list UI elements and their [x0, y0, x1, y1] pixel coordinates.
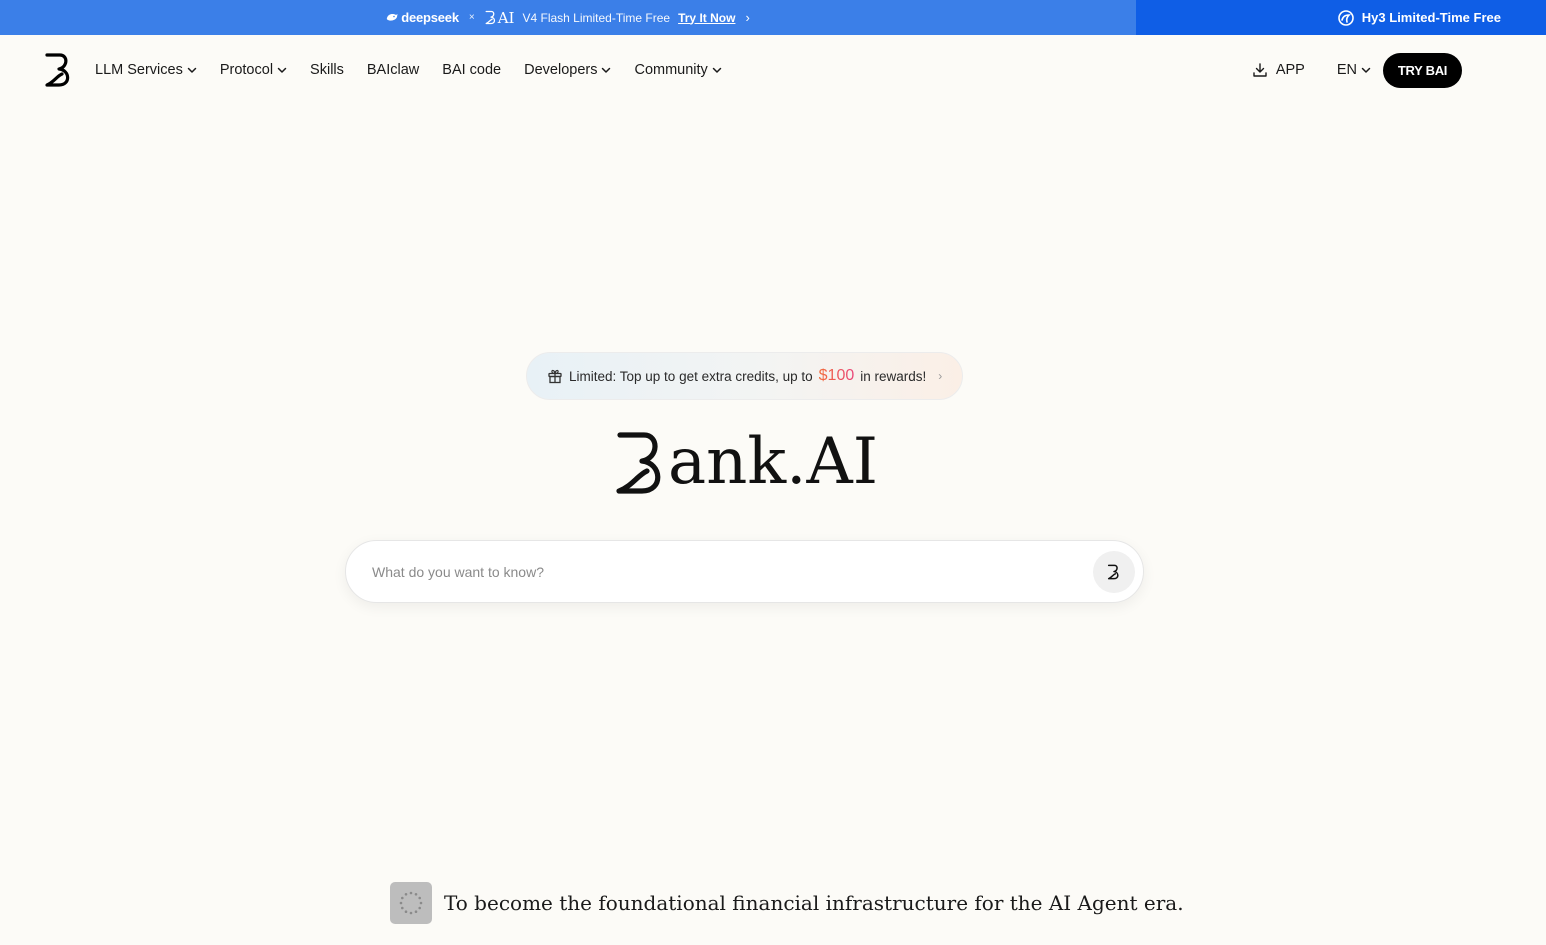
bank-ai-logo-icon	[616, 432, 661, 494]
search-submit-button[interactable]	[1093, 551, 1135, 593]
bank-ai-wordmark: ank.AI	[614, 428, 886, 496]
bank-ai-logo-icon[interactable]	[44, 52, 74, 88]
bank-ai-logo-icon	[1107, 564, 1119, 580]
nav-item-bai-code[interactable]: BAI code	[442, 62, 501, 78]
nav-item-baiclaw[interactable]: BAIclaw	[367, 62, 419, 78]
nav-item-label: Protocol	[219, 62, 274, 78]
chevron-down-icon	[1361, 67, 1371, 73]
try-it-now-link[interactable]: Try It Now	[678, 11, 735, 25]
deepseek-promo-banner[interactable]: deepseek × AI V4 Flash Limited-Time Free…	[0, 0, 1136, 35]
nav-item-label: LLM Services	[95, 62, 183, 78]
nav-links: LLM Services Protocol Skills BAIclaw BAI…	[95, 35, 745, 105]
bai-mini-logo: AI	[485, 8, 515, 27]
nav-item-label: Developers	[524, 62, 598, 78]
times-symbol: ×	[468, 12, 475, 23]
search-box	[345, 540, 1144, 603]
banner-text: V4 Flash Limited-Time Free	[522, 10, 671, 25]
nav-actions: APP EN TRY BAI	[1252, 35, 1462, 105]
nav-item-label: BAI code	[442, 62, 502, 78]
deepseek-whale-icon	[387, 14, 398, 21]
download-icon	[1253, 63, 1267, 77]
promo-amount: $100	[818, 367, 855, 384]
chevron-down-icon	[712, 67, 722, 73]
hy3-promo-banner[interactable]: Hy3 Limited-Time Free	[1136, 0, 1546, 35]
nav-item-llm-services[interactable]: LLM Services	[95, 62, 197, 78]
nav-item-label: Community	[634, 62, 708, 78]
language-label: EN	[1336, 62, 1357, 78]
app-download-button[interactable]: APP	[1252, 62, 1305, 78]
app-label: APP	[1275, 62, 1305, 78]
tagline-thumbnail	[390, 882, 432, 924]
language-selector[interactable]: EN	[1337, 62, 1371, 78]
mission-tagline: To become the foundational financial inf…	[390, 882, 1184, 924]
deepseek-logo: deepseek	[386, 10, 459, 25]
chevron-right-icon: ›	[745, 10, 750, 25]
nav-item-label: BAIclaw	[366, 62, 420, 78]
rewards-promo-pill[interactable]: Limited: Top up to get extra credits, up…	[526, 352, 963, 400]
nav-item-label: Skills	[310, 62, 344, 78]
tagline-text: To become the foundational financial inf…	[444, 891, 1184, 915]
nav-item-protocol[interactable]: Protocol	[220, 62, 287, 78]
hy3-banner-text: Hy3 Limited-Time Free	[1361, 10, 1501, 25]
bai-mini-text: AI	[497, 8, 515, 27]
main-nav: LLM Services Protocol Skills BAIclaw BAI…	[0, 35, 1546, 105]
gift-icon	[548, 369, 562, 384]
nav-item-community[interactable]: Community	[634, 62, 722, 78]
hy-logo-icon	[1337, 9, 1354, 26]
nav-item-skills[interactable]: Skills	[310, 62, 344, 78]
chevron-down-icon	[187, 67, 197, 73]
promo-text-before: Limited: Top up to get extra credits, up…	[569, 368, 813, 384]
chevron-down-icon	[602, 67, 611, 73]
deepseek-brand-text: deepseek	[401, 10, 459, 25]
try-bai-button[interactable]: TRY BAI	[1383, 52, 1462, 88]
loading-spinner-icon	[399, 891, 423, 915]
promo-banner: deepseek × AI V4 Flash Limited-Time Free…	[0, 0, 1546, 35]
chevron-down-icon	[277, 67, 287, 73]
search-input[interactable]	[372, 563, 1072, 580]
wordmark-text: ank.AI	[668, 425, 878, 499]
bank-ai-logo-icon	[485, 10, 495, 25]
chevron-right-icon: ›	[938, 369, 943, 383]
nav-item-developers[interactable]: Developers	[524, 62, 611, 78]
promo-text-after: in rewards!	[860, 368, 927, 384]
